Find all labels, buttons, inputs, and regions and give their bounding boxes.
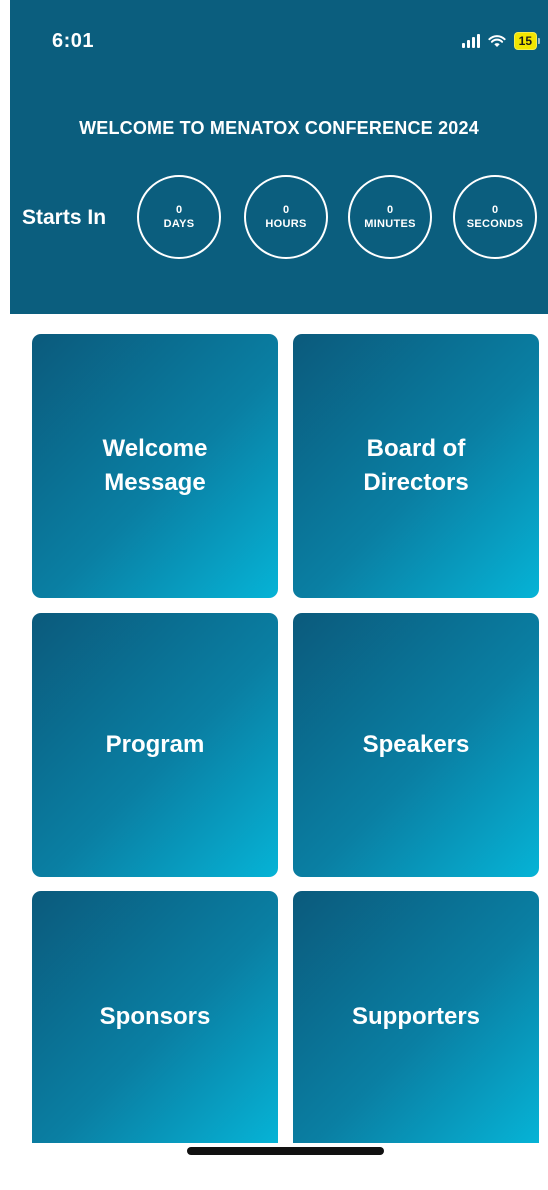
countdown-hours-unit: HOURS <box>265 218 307 230</box>
tile-sponsors-label: Sponsors <box>99 1003 211 1030</box>
battery-level: 15 <box>513 32 537 50</box>
countdown-minutes-unit: MINUTES <box>364 218 416 230</box>
countdown-days: 0 DAYS <box>137 175 221 259</box>
status-icons: 15 <box>461 32 540 50</box>
tile-board-of-directors[interactable]: Board of Directors <box>293 334 539 598</box>
wifi-icon <box>488 35 506 47</box>
countdown-minutes: 0 MINUTES <box>348 175 432 259</box>
tile-supporters-label: Supporters <box>351 1003 480 1030</box>
countdown-seconds: 0 SECONDS <box>453 175 537 259</box>
header: 6:01 15 WELCOME TO MENATOX CONFERENCE 20… <box>10 0 548 314</box>
tile-welcome-message-label: Welcome Message <box>102 435 208 496</box>
page-title: WELCOME TO MENATOX CONFERENCE 2024 <box>79 118 479 138</box>
countdown-seconds-value: 0 <box>491 204 499 216</box>
tile-board-of-directors-label: Board of Directors <box>363 435 469 496</box>
countdown-days-unit: DAYS <box>163 218 195 230</box>
countdown-days-value: 0 <box>175 204 183 216</box>
signal-icon <box>461 34 480 48</box>
countdown-hours-value: 0 <box>282 204 290 216</box>
tile-speakers[interactable]: Speakers <box>293 613 539 877</box>
tile-program[interactable]: Program <box>32 613 278 877</box>
tile-supporters[interactable]: Supporters <box>293 891 539 1143</box>
countdown-seconds-unit: SECONDS <box>466 218 524 230</box>
tile-sponsors[interactable]: Sponsors <box>32 891 278 1143</box>
home-indicator[interactable] <box>187 1147 384 1155</box>
status-time: 6:01 <box>52 30 95 52</box>
countdown-minutes-value: 0 <box>386 204 394 216</box>
tile-speakers-label: Speakers <box>362 731 470 758</box>
battery-icon: 15 <box>513 32 540 50</box>
starts-in-label: Starts In <box>22 206 107 229</box>
tile-welcome-message[interactable]: Welcome Message <box>32 334 278 598</box>
countdown-hours: 0 HOURS <box>244 175 328 259</box>
tile-program-label: Program <box>105 731 205 758</box>
